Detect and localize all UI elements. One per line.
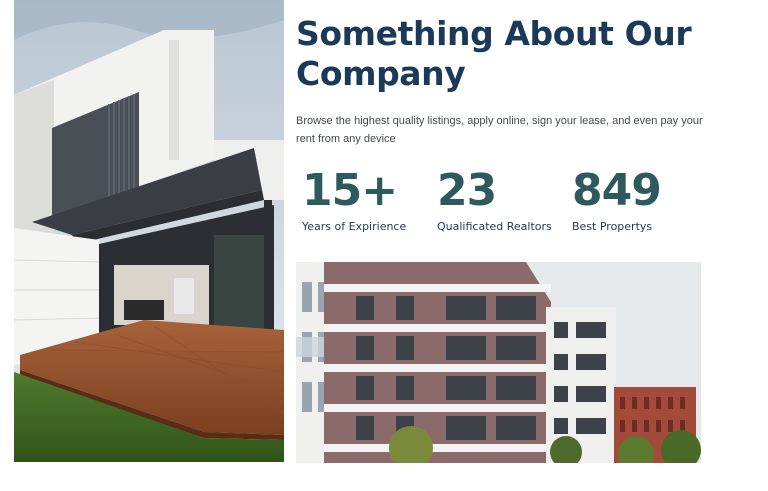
stat-label: Qualificated Realtors — [437, 220, 552, 233]
stat-value: 15+ — [302, 165, 398, 216]
title-line-1: Something About Our — [296, 14, 692, 53]
stat-label: Years of Expirience — [302, 220, 407, 233]
page-title: Something About Our Company — [296, 14, 736, 94]
stat-years: 15+ Years of Expirience — [302, 168, 406, 234]
stat-properties: 849 Best Propertys — [572, 165, 662, 234]
title-line-2: Company — [296, 54, 466, 93]
apartment-photo — [296, 262, 701, 463]
stat-value: 23 — [437, 165, 497, 216]
stat-realtors: 23 Qualificated Realtors — [437, 168, 552, 234]
about-description: Browse the highest quality listings, app… — [296, 115, 703, 145]
house-photo — [14, 0, 284, 462]
stat-label: Best Propertys — [572, 220, 653, 233]
stat-value: 849 — [572, 165, 662, 216]
